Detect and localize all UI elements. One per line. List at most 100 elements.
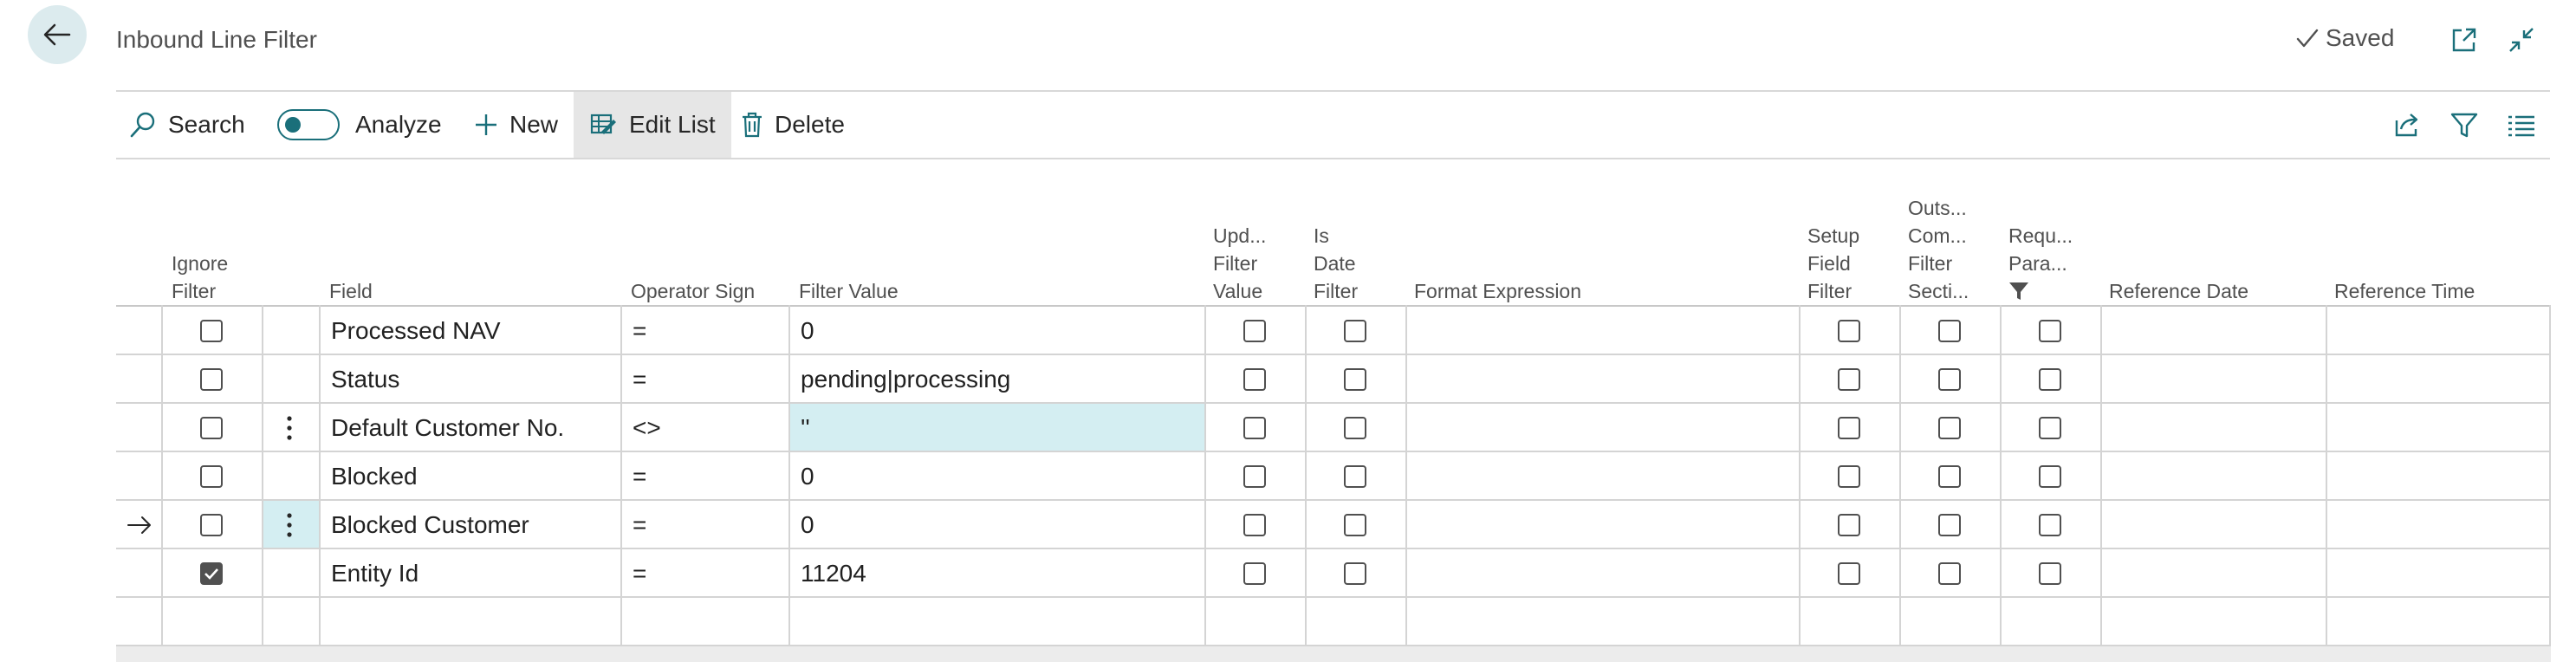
requ-para-checkbox[interactable] <box>2039 465 2061 488</box>
column-header-operator-sign[interactable]: Operator Sign <box>631 277 755 305</box>
filter-value-cell[interactable]: 0 <box>801 307 814 355</box>
new-button[interactable]: New <box>473 92 558 158</box>
open-in-new-window-button[interactable] <box>2447 23 2482 57</box>
column-header-outs-com-filter[interactable]: Outs... Com... Filter Secti... <box>1908 194 1969 305</box>
column-header-requ-para[interactable]: Requ... Para... <box>2008 222 2073 305</box>
filter-value-cell[interactable]: pending|processing <box>801 355 1010 404</box>
setup-field-filter-checkbox[interactable] <box>1838 562 1860 585</box>
update-filter-value-checkbox[interactable] <box>1243 465 1266 488</box>
ignore-filter-checkbox[interactable] <box>200 368 223 391</box>
is-date-filter-checkbox[interactable] <box>1344 417 1366 439</box>
current-row-indicator <box>127 501 152 549</box>
setup-field-filter-checkbox[interactable] <box>1838 417 1860 439</box>
column-header-reference-date[interactable]: Reference Date <box>2109 277 2248 305</box>
collapse-icon <box>2509 28 2534 52</box>
outs-com-filter-checkbox[interactable] <box>1938 368 1961 391</box>
filter-value-cell[interactable]: 11204 <box>801 549 866 598</box>
is-date-filter-checkbox[interactable] <box>1344 368 1366 391</box>
filter-pane-button[interactable] <box>2447 107 2482 142</box>
checkmark-icon <box>2296 29 2319 48</box>
table-row[interactable] <box>116 549 2551 598</box>
table-row[interactable] <box>116 355 2551 404</box>
list-view-icon <box>2508 115 2534 137</box>
row-actions-button[interactable] <box>286 404 293 452</box>
filter-value-cell[interactable]: 0 <box>801 452 814 501</box>
update-filter-value-checkbox[interactable] <box>1243 368 1266 391</box>
filter-value-cell[interactable]: 0 <box>801 501 814 549</box>
filter-value-cell[interactable]: '' <box>801 404 810 452</box>
edit-list-icon <box>590 114 616 134</box>
update-filter-value-checkbox[interactable] <box>1243 320 1266 342</box>
requ-para-checkbox[interactable] <box>2039 562 2061 585</box>
outs-com-filter-checkbox[interactable] <box>1938 465 1961 488</box>
requ-para-checkbox[interactable] <box>2039 368 2061 391</box>
requ-para-checkbox[interactable] <box>2039 514 2061 536</box>
update-filter-value-checkbox[interactable] <box>1243 562 1266 585</box>
operator-cell[interactable]: = <box>633 355 646 404</box>
arrow-right-icon <box>127 516 151 534</box>
search-label: Search <box>168 111 245 138</box>
outs-com-filter-checkbox[interactable] <box>1938 514 1961 536</box>
ignore-filter-checkbox-checked[interactable] <box>200 562 223 585</box>
is-date-filter-checkbox[interactable] <box>1344 465 1366 488</box>
column-header-is-date-filter[interactable]: Is Date Filter <box>1314 222 1358 305</box>
vertical-ellipsis-icon <box>287 416 292 440</box>
field-cell[interactable]: Processed NAV <box>331 307 501 355</box>
is-date-filter-checkbox[interactable] <box>1344 562 1366 585</box>
column-header-update-filter-value[interactable]: Upd... Filter Value <box>1213 222 1266 305</box>
delete-label: Delete <box>775 111 845 138</box>
ignore-filter-checkbox[interactable] <box>200 417 223 439</box>
column-header-ignore-filter[interactable]: Ignore Filter <box>172 250 228 305</box>
ignore-filter-checkbox[interactable] <box>200 514 223 536</box>
share-button[interactable] <box>2390 107 2424 142</box>
field-cell[interactable]: Blocked <box>331 452 418 501</box>
update-filter-value-checkbox[interactable] <box>1243 514 1266 536</box>
action-toolbar: Search Analyze New Edit List Delete <box>116 92 2550 158</box>
list-view-button[interactable] <box>2504 107 2539 142</box>
update-filter-value-checkbox[interactable] <box>1243 417 1266 439</box>
ignore-filter-checkbox[interactable] <box>200 320 223 342</box>
operator-cell[interactable]: = <box>633 501 646 549</box>
column-header-reference-time[interactable]: Reference Time <box>2334 277 2475 305</box>
outs-com-filter-checkbox[interactable] <box>1938 320 1961 342</box>
column-header-setup-field-filter[interactable]: Setup Field Filter <box>1807 222 1859 305</box>
setup-field-filter-checkbox[interactable] <box>1838 320 1860 342</box>
outs-com-filter-checkbox[interactable] <box>1938 417 1961 439</box>
back-button[interactable] <box>28 5 87 64</box>
column-header-filter-value[interactable]: Filter Value <box>799 277 899 305</box>
funnel-icon <box>2450 113 2478 138</box>
analyze-toggle[interactable]: Analyze <box>277 92 442 158</box>
field-cell[interactable]: Status <box>331 355 399 404</box>
table-row-new[interactable] <box>116 598 2551 646</box>
filter-lines-grid: Ignore Filter Field Operator Sign Filter … <box>116 161 2551 646</box>
field-cell[interactable]: Entity Id <box>331 549 419 598</box>
operator-cell[interactable]: = <box>633 307 646 355</box>
is-date-filter-checkbox[interactable] <box>1344 320 1366 342</box>
funnel-icon <box>2009 282 2028 300</box>
delete-button[interactable]: Delete <box>740 92 845 158</box>
setup-field-filter-checkbox[interactable] <box>1838 368 1860 391</box>
search-button[interactable]: Search <box>128 92 245 158</box>
operator-cell[interactable]: = <box>633 452 646 501</box>
setup-field-filter-checkbox[interactable] <box>1838 465 1860 488</box>
table-row[interactable] <box>116 452 2551 501</box>
grid-footer <box>116 646 2551 662</box>
row-actions-button[interactable] <box>286 501 293 549</box>
edit-list-label: Edit List <box>629 111 716 138</box>
analyze-switch[interactable] <box>277 109 340 140</box>
column-header-field[interactable]: Field <box>329 277 373 305</box>
requ-para-checkbox[interactable] <box>2039 417 2061 439</box>
outs-com-filter-checkbox[interactable] <box>1938 562 1961 585</box>
edit-list-button[interactable]: Edit List <box>574 92 731 158</box>
open-in-new-window-icon <box>2452 28 2476 52</box>
is-date-filter-checkbox[interactable] <box>1344 514 1366 536</box>
field-cell[interactable]: Blocked Customer <box>331 501 529 549</box>
ignore-filter-checkbox[interactable] <box>200 465 223 488</box>
column-header-format-expression[interactable]: Format Expression <box>1414 277 1581 305</box>
setup-field-filter-checkbox[interactable] <box>1838 514 1860 536</box>
requ-para-checkbox[interactable] <box>2039 320 2061 342</box>
collapse-button[interactable] <box>2504 23 2539 57</box>
field-cell[interactable]: Default Customer No. <box>331 404 564 452</box>
operator-cell[interactable]: = <box>633 549 646 598</box>
operator-cell[interactable]: <> <box>633 404 661 452</box>
